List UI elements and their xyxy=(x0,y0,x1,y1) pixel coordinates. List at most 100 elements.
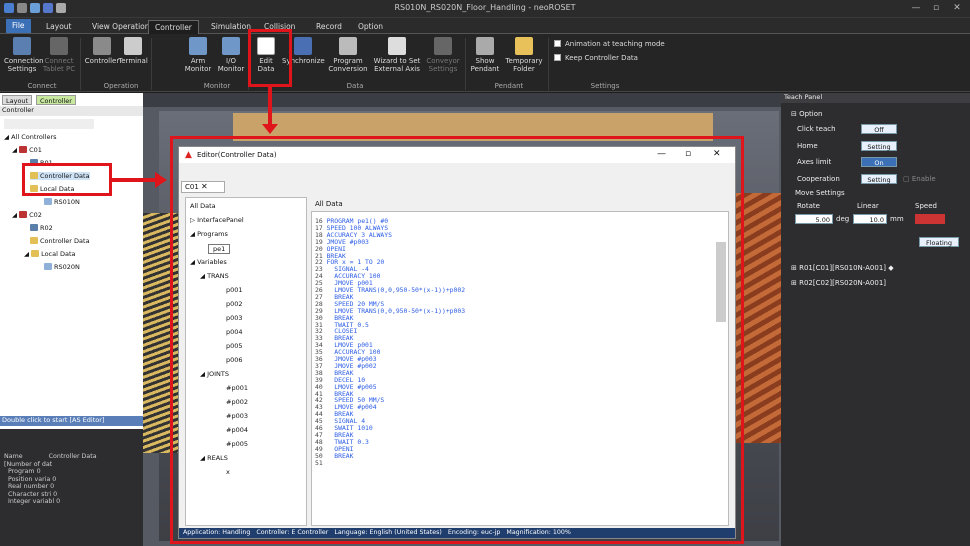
panel-toolbar xyxy=(4,119,94,129)
conveyor-settings-button[interactable]: Conveyor Settings xyxy=(424,37,462,73)
tab-option[interactable]: Option xyxy=(352,20,389,34)
connect-tablet-button[interactable]: Connect Tablet PC xyxy=(42,37,76,73)
connection-icon xyxy=(13,37,31,55)
prop-name-value: Controller Data xyxy=(48,453,97,460)
panel-header: Controller xyxy=(0,106,143,116)
file-icon xyxy=(44,198,52,205)
prop-row: [Number of dat xyxy=(4,460,53,468)
tree-label: Controller Data xyxy=(40,237,90,245)
wizard-external-axis-button[interactable]: Wizard to Set External Axis xyxy=(372,37,422,73)
program-conversion-button[interactable]: Program Conversion xyxy=(326,37,370,73)
tree-controller-data-c02[interactable]: Controller Data xyxy=(30,237,90,245)
robot-r01-label: R01[C01][RS010N-A001] ◆ xyxy=(799,264,894,272)
show-pendant-label: Show Pendant xyxy=(470,57,500,73)
tree-rs010n[interactable]: RS010N xyxy=(44,198,80,206)
io-monitor-button[interactable]: I/O Monitor xyxy=(217,37,245,73)
arm-monitor-icon xyxy=(189,37,207,55)
highlight-editor-window xyxy=(170,136,744,544)
group-data: Data xyxy=(346,82,364,90)
controller-label: Controller xyxy=(84,57,120,65)
tree-label: C02 xyxy=(29,211,42,219)
tree-r02[interactable]: R02 xyxy=(30,224,53,232)
panel-tab-layout[interactable]: Layout xyxy=(2,95,33,105)
controller-button[interactable]: Controller xyxy=(84,37,120,65)
as-editor-hint: Double click to start [AS Editor] xyxy=(0,416,143,426)
ribbon-separator xyxy=(80,38,81,90)
tree-local-data-c02[interactable]: ◢ Local Data xyxy=(24,250,76,258)
connection-settings-label: Connection Settings xyxy=(4,57,44,73)
animation-teaching-checkbox[interactable]: Animation at teaching mode xyxy=(554,40,665,48)
option-label: Option xyxy=(799,110,823,118)
home-setting-button[interactable]: Setting xyxy=(861,141,897,151)
tree-label: Local Data xyxy=(41,250,76,258)
arrow-shaft-down xyxy=(268,87,272,125)
terminal-button[interactable]: Terminal xyxy=(118,37,148,65)
tab-view-operation[interactable]: View Operation xyxy=(86,20,156,34)
wizard-external-axis-label: Wizard to Set External Axis xyxy=(373,57,421,73)
linear-input[interactable]: 10.0 xyxy=(853,214,887,224)
tab-controller[interactable]: Controller xyxy=(148,20,199,34)
robot-r01-header[interactable]: ⊞ R01[C01][RS010N-A001] ◆ xyxy=(791,264,894,272)
panel-tab-controller[interactable]: Controller xyxy=(36,95,76,105)
tree-all-controllers[interactable]: ◢ All Controllers xyxy=(4,133,57,141)
folder-icon xyxy=(515,37,533,55)
group-operation: Operation xyxy=(103,82,139,90)
minimize-button[interactable]: — xyxy=(909,2,923,15)
floating-button[interactable]: Floating xyxy=(919,237,959,247)
enable-label: Enable xyxy=(911,175,936,183)
click-teach-label: Click teach xyxy=(797,125,836,133)
keep-controller-data-checkbox[interactable]: Keep Controller Data xyxy=(554,54,638,62)
conveyor-settings-label: Conveyor Settings xyxy=(426,57,460,73)
cooperation-setting-button[interactable]: Setting xyxy=(861,174,897,184)
tablet-icon xyxy=(50,37,68,55)
ribbon-tabs: File Layout View Operation Controller Si… xyxy=(0,18,970,34)
keep-controller-data-label: Keep Controller Data xyxy=(565,54,638,62)
robot-r02-header[interactable]: ⊞ R02[C02][RS020N-A001] xyxy=(791,279,886,287)
arm-monitor-button[interactable]: Arm Monitor xyxy=(184,37,212,73)
group-monitor: Monitor xyxy=(203,82,231,90)
robot-r02-label: R02[C02][RS020N-A001] xyxy=(799,279,887,287)
maximize-button[interactable]: ▫ xyxy=(929,2,943,15)
tab-file[interactable]: File xyxy=(6,19,31,33)
highlight-controller-data xyxy=(22,163,112,196)
tab-record[interactable]: Record xyxy=(310,20,348,34)
speed-slider[interactable] xyxy=(915,214,945,224)
tree-c01[interactable]: ◢ C01 xyxy=(12,146,42,154)
teach-panel: Teach Panel ⊟ Option Click teach Off Hom… xyxy=(781,93,970,546)
prop-row: Integer variabl 0 xyxy=(8,498,61,505)
click-teach-toggle[interactable]: Off xyxy=(861,124,897,134)
rotate-input[interactable]: 5.00 xyxy=(795,214,833,224)
tab-layout[interactable]: Layout xyxy=(40,20,78,34)
program-conversion-label: Program Conversion xyxy=(328,57,368,73)
axes-limit-toggle[interactable]: On xyxy=(861,157,897,167)
option-section-label: ⊟ Option xyxy=(791,110,823,118)
connection-settings-button[interactable]: Connection Settings xyxy=(4,37,44,73)
tree-rs020n[interactable]: RS020N xyxy=(44,263,80,271)
controller-icon xyxy=(93,37,111,55)
properties-grid: Name Controller Data [Number of dat Progr… xyxy=(0,429,143,546)
controller-node-icon xyxy=(19,146,28,153)
io-monitor-label: I/O Monitor xyxy=(217,57,245,73)
group-connect: Connect xyxy=(27,82,57,90)
axes-limit-label: Axes limit xyxy=(797,158,832,166)
highlight-edit-data xyxy=(248,29,292,87)
viewport-toolbar xyxy=(143,93,781,107)
connect-tablet-label: Connect Tablet PC xyxy=(42,57,76,73)
ribbon: Connection Settings Connect Tablet PC Co… xyxy=(0,34,970,92)
rotate-unit: deg xyxy=(836,215,850,223)
tree-label: RS020N xyxy=(54,263,80,271)
animation-teaching-label: Animation at teaching mode xyxy=(565,40,665,48)
close-button[interactable]: ✕ xyxy=(950,2,964,15)
tree-c02[interactable]: ◢ C02 xyxy=(12,211,42,219)
title-bar: RS010N_RS020N_Floor_Handling - neoROSET … xyxy=(0,0,970,18)
window-title: RS010N_RS020N_Floor_Handling - neoROSET xyxy=(394,3,576,12)
file-icon xyxy=(44,263,52,270)
program-conversion-icon xyxy=(339,37,357,55)
tree-label: All Controllers xyxy=(11,133,57,141)
rotate-label: Rotate xyxy=(797,202,820,210)
enable-checkbox[interactable]: ▢ Enable xyxy=(903,175,936,183)
show-pendant-button[interactable]: Show Pendant xyxy=(468,37,502,73)
temporary-folder-button[interactable]: Temporary Folder xyxy=(504,37,544,73)
io-monitor-icon xyxy=(222,37,240,55)
tree-label: C01 xyxy=(29,146,42,154)
